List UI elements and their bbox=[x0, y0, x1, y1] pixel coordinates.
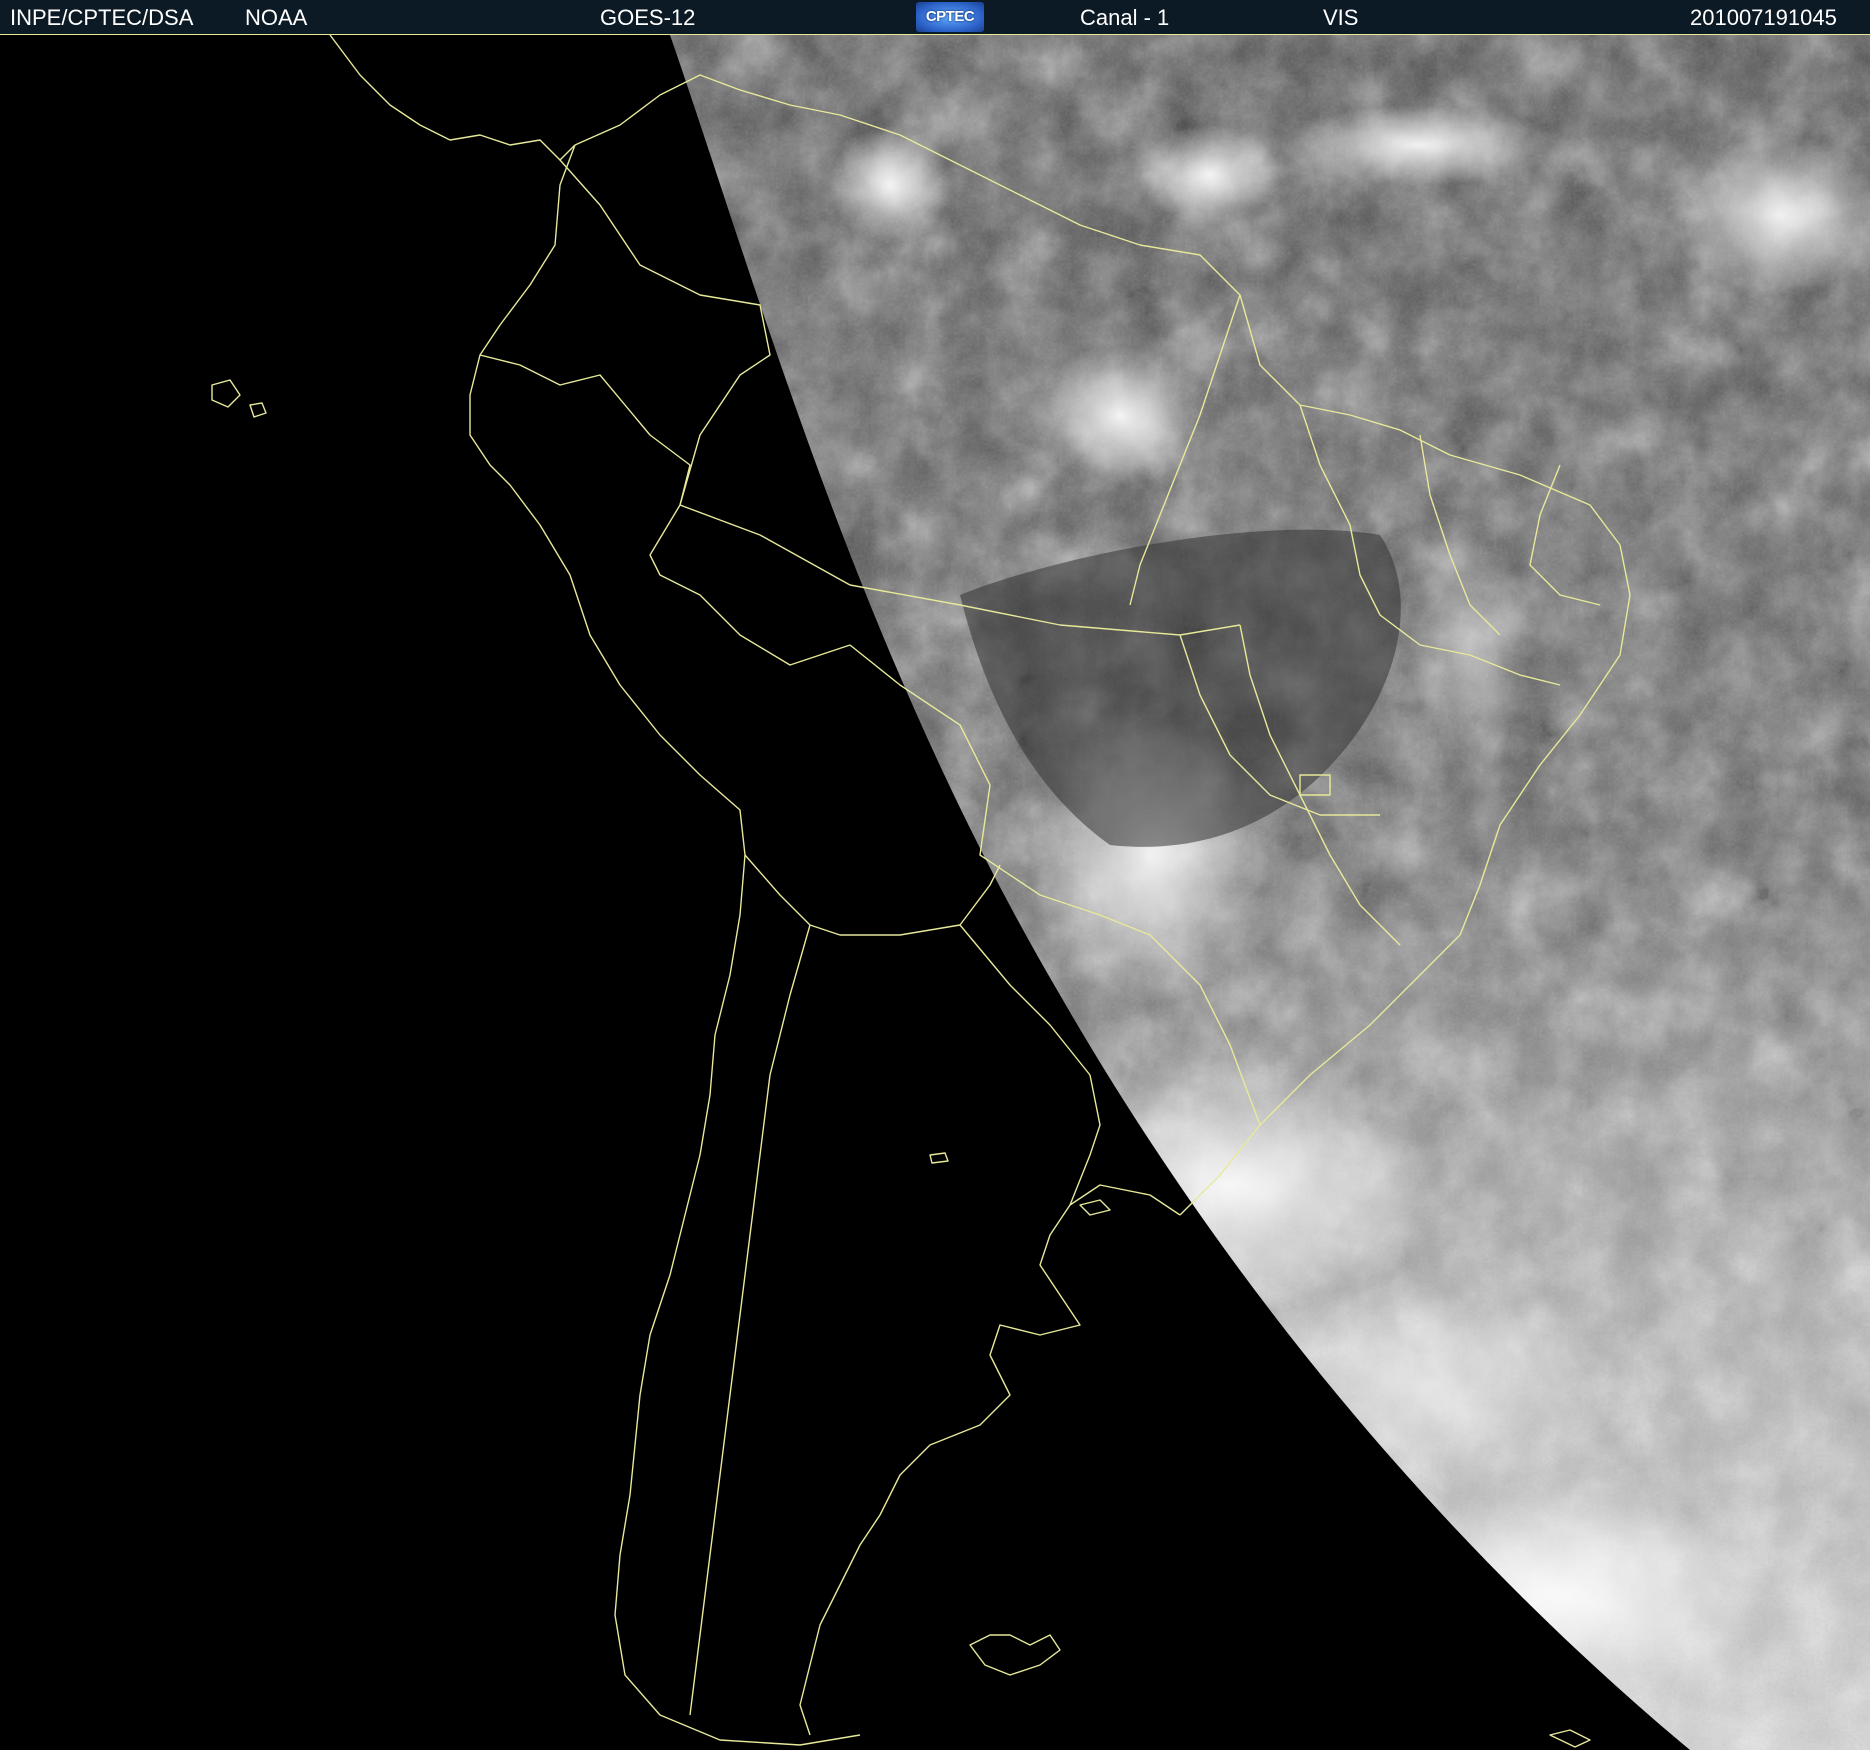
header-bar: INPE/CPTEC/DSA NOAA GOES-12 CPTEC Canal … bbox=[0, 0, 1870, 35]
satellite-label: GOES-12 bbox=[600, 5, 696, 30]
band-label: VIS bbox=[1323, 5, 1359, 30]
cloud-mass bbox=[1280, 105, 1560, 185]
cloud-mass bbox=[1140, 125, 1280, 225]
cloud-mass bbox=[830, 125, 950, 245]
logo-text: CPTEC bbox=[925, 8, 975, 25]
satellite-image-frame: INPE/CPTEC/DSA NOAA GOES-12 CPTEC Canal … bbox=[0, 0, 1870, 1750]
satellite-imagery bbox=[0, 35, 1870, 1750]
timestamp-label: 201007191045 bbox=[1690, 5, 1837, 30]
cloud-mass bbox=[1410, 525, 1530, 765]
cloud-mass bbox=[1030, 345, 1210, 485]
cptec-logo-icon: CPTEC bbox=[916, 2, 984, 32]
institution-label: INPE/CPTEC/DSA bbox=[10, 5, 194, 30]
agency-label: NOAA bbox=[245, 5, 308, 30]
channel-label: Canal - 1 bbox=[1080, 5, 1170, 30]
